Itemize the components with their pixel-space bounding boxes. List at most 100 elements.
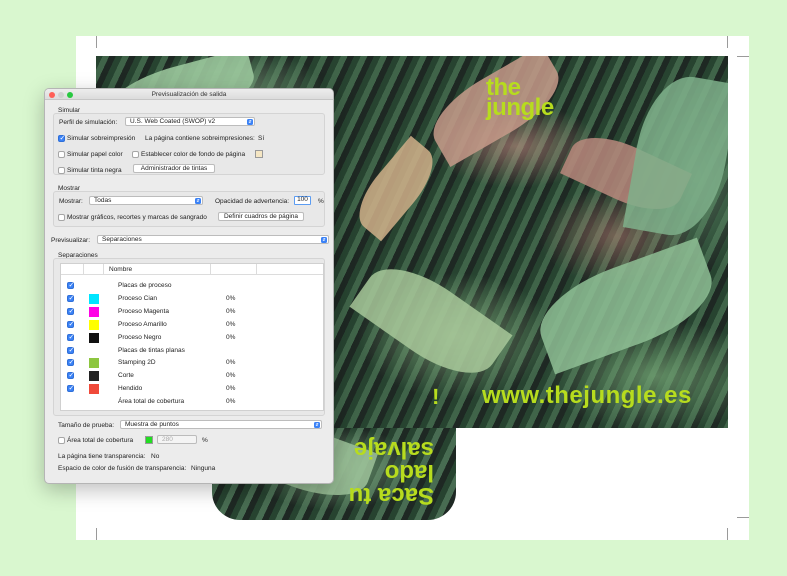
fondo-pagina-checkbox[interactable]	[132, 151, 139, 158]
slogan-text: Saca tu lado salvaje	[348, 436, 434, 509]
separaciones-table: Nombre Placas de procesoProceso Cian0%Pr…	[60, 263, 324, 411]
row-visible-checkbox[interactable]	[67, 307, 74, 315]
column-nombre-label: Nombre	[109, 266, 133, 273]
chevron-updown-icon: ⇵	[247, 118, 253, 125]
simular-papel-checkbox[interactable]	[58, 151, 65, 158]
simular-sobreimpresion-label: Simular sobreimpresión	[67, 135, 136, 142]
area-value-select[interactable]: 280	[157, 435, 197, 444]
column-color	[84, 264, 104, 274]
ink-coverage: 0%	[226, 333, 236, 341]
definir-cuadros-button[interactable]: Definir cuadros de página	[218, 212, 304, 221]
table-row[interactable]: Proceso Amarillo 0%	[61, 319, 323, 331]
ink-name: Hendido	[118, 385, 143, 393]
chevron-updown-icon: ⇵	[314, 421, 320, 428]
ink-color-swatch	[89, 332, 99, 343]
crop-mark	[727, 36, 728, 48]
crop-mark	[96, 36, 97, 48]
simular-papel-label: Simular papel color	[67, 151, 123, 158]
table-row[interactable]: Placas de proceso	[61, 280, 323, 292]
leaf-shape	[527, 237, 725, 375]
previsualizar-select[interactable]: Separaciones ⇵	[97, 235, 329, 244]
opacidad-input[interactable]: 100	[294, 196, 311, 205]
ink-name: Proceso Amarillo	[118, 320, 167, 328]
area-percent: %	[202, 437, 208, 444]
column-value	[211, 264, 257, 274]
row-visible-checkbox[interactable]	[67, 294, 74, 302]
table-row[interactable]: Corte 0%	[61, 370, 323, 382]
contiene-sobreimpresiones-label: La página contiene sobreimpresiones:	[145, 135, 255, 142]
leaf-shape	[349, 249, 513, 393]
table-row[interactable]: Placas de tintas planas	[61, 345, 323, 357]
administrador-tintas-button[interactable]: Administrador de tintas	[133, 164, 215, 173]
dialog-titlebar: Previsualización de salida	[45, 89, 333, 100]
chevron-updown-icon: ⇵	[195, 197, 201, 204]
row-visible-checkbox[interactable]	[67, 358, 74, 367]
fondo-pagina-label: Establecer color de fondo de página	[141, 151, 246, 158]
leaf-shape	[622, 69, 728, 243]
crop-mark	[737, 56, 749, 57]
row-visible-checkbox[interactable]	[67, 346, 74, 354]
crop-mark	[737, 517, 749, 518]
column-check	[61, 264, 84, 274]
ink-name: Área total de cobertura	[118, 398, 185, 406]
ink-name: Corte	[118, 372, 134, 380]
table-row[interactable]: Proceso Cian 0%	[61, 293, 323, 305]
table-row[interactable]: Proceso Magenta 0%	[61, 306, 323, 318]
table-row[interactable]: Área total de cobertura 0%	[61, 396, 323, 408]
area-total-checkbox[interactable]	[58, 437, 65, 444]
chevron-updown-icon: ⇵	[321, 236, 327, 243]
mostrar-graficos-checkbox[interactable]	[58, 214, 65, 221]
ink-coverage: 0%	[226, 307, 236, 315]
dialog-title: Previsualización de salida	[151, 91, 227, 98]
ink-name: Proceso Magenta	[118, 307, 169, 315]
ink-name: Proceso Negro	[118, 333, 162, 341]
ink-coverage: 0%	[226, 359, 236, 367]
area-color-swatch[interactable]	[145, 436, 153, 444]
simular-tinta-label: Simular tinta negra	[67, 167, 122, 174]
simular-sobreimpresion-checkbox[interactable]	[58, 134, 65, 142]
brand-logo: the jungle	[486, 76, 554, 121]
previsualizar-value: Separaciones	[102, 236, 142, 243]
ink-coverage: 0%	[226, 320, 236, 328]
ink-color-swatch	[89, 371, 99, 382]
row-visible-checkbox[interactable]	[67, 333, 74, 341]
ink-coverage: 0%	[226, 385, 236, 393]
espacio-value: Ninguna	[191, 465, 216, 472]
simular-tinta-checkbox[interactable]	[58, 167, 65, 174]
ink-coverage: 0%	[226, 372, 236, 380]
ink-color-swatch	[89, 358, 99, 369]
row-visible-checkbox[interactable]	[67, 320, 74, 328]
output-preview-dialog: Previsualización de salida Simular Perfi…	[44, 88, 334, 484]
tamano-select[interactable]: Muestra de puntos ⇵	[120, 420, 322, 429]
perfil-label: Perfil de simulación:	[59, 119, 118, 126]
previsualizar-label: Previsualizar:	[51, 237, 91, 244]
contiene-sobreimpresiones-value: Sí	[258, 135, 265, 142]
ink-name: Placas de proceso	[118, 282, 172, 289]
fondo-color-swatch[interactable]	[255, 150, 263, 158]
ink-coverage: 0%	[226, 398, 236, 406]
row-visible-checkbox[interactable]	[67, 281, 74, 289]
ink-color-swatch	[89, 384, 99, 395]
logo-line-2: jungle	[486, 94, 554, 121]
ink-color-swatch	[89, 293, 99, 304]
table-row[interactable]: Stamping 2D 0%	[61, 357, 323, 369]
mostrar-select[interactable]: Todas ⇵	[89, 196, 203, 205]
row-visible-checkbox[interactable]	[67, 384, 74, 393]
perfil-select[interactable]: U.S. Web Coated (SWOP) v2 ⇵	[125, 117, 255, 126]
crop-mark	[727, 528, 728, 540]
table-row[interactable]: Hendido 0%	[61, 383, 323, 395]
table-header: Nombre	[61, 264, 323, 275]
inverted-exclamation: ¡	[432, 387, 440, 412]
opacidad-percent: %	[318, 198, 324, 205]
row-visible-checkbox[interactable]	[67, 371, 74, 380]
mostrar-label: Mostrar:	[59, 198, 83, 205]
ink-color-swatch	[89, 306, 99, 317]
ink-name: Proceso Cian	[118, 294, 158, 302]
column-nombre[interactable]: Nombre	[104, 264, 211, 274]
ink-name: Placas de tintas planas	[118, 346, 185, 354]
area-value: 280	[162, 436, 173, 443]
ink-color-swatch	[89, 319, 99, 330]
perfil-value: U.S. Web Coated (SWOP) v2	[130, 118, 216, 125]
crop-mark	[96, 528, 97, 540]
table-row[interactable]: Proceso Negro 0%	[61, 332, 323, 344]
